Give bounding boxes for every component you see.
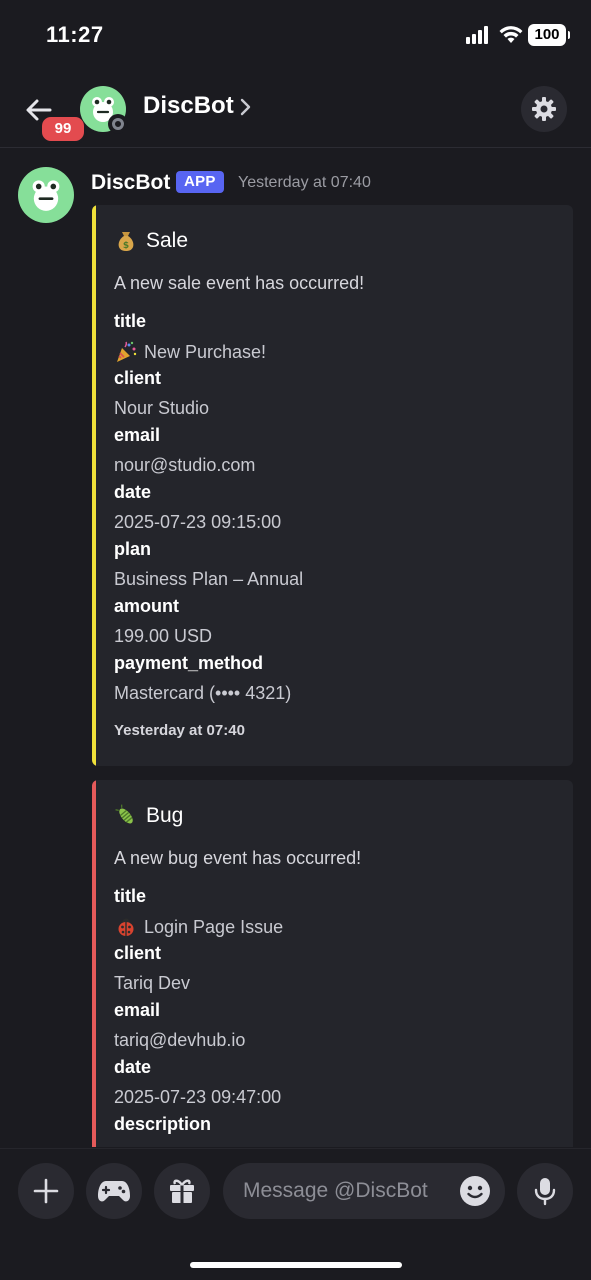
- embed-bug: Bug A new bug event has occurred! title …: [92, 780, 573, 1147]
- field-name: title: [114, 886, 147, 906]
- activities-button[interactable]: [86, 1163, 142, 1219]
- field-value[interactable]: nour@studio.com: [114, 455, 255, 476]
- field-value: Tariq Dev: [114, 973, 191, 993]
- wifi-icon: [499, 26, 523, 43]
- add-attachment-button[interactable]: [18, 1163, 74, 1219]
- embed-footer: Yesterday at 07:40: [114, 722, 245, 739]
- embed-accent-bar: [92, 780, 96, 1147]
- field-name: payment_method: [114, 653, 264, 673]
- chat-header: 99 DiscBot: [0, 72, 591, 148]
- field-name: email: [114, 1000, 161, 1020]
- gear-icon: [532, 97, 556, 121]
- field-name: description: [114, 1114, 212, 1134]
- channel-title[interactable]: DiscBot: [143, 92, 234, 120]
- embed-title-text: Bug: [146, 804, 184, 827]
- field-value: Login Page Issue: [114, 915, 283, 939]
- chevron-right-icon[interactable]: [238, 96, 254, 118]
- party-popper-icon: [117, 341, 137, 362]
- field-name: client: [114, 368, 162, 388]
- emoji-picker-icon[interactable]: [459, 1175, 491, 1207]
- avatar[interactable]: [80, 86, 128, 134]
- voice-message-button[interactable]: [517, 1163, 573, 1219]
- bot-face-icon: [32, 180, 60, 211]
- embed-description: A new bug event has occurred!: [114, 848, 362, 868]
- embed-description: A new sale event has occurred!: [114, 273, 365, 293]
- embed-sale: $ Sale A new sale event has occurred! ti…: [92, 205, 573, 766]
- field-value: Business Plan – Annual: [114, 569, 304, 589]
- field-name: title: [114, 311, 147, 331]
- gift-button[interactable]: [154, 1163, 210, 1219]
- field-name: plan: [114, 539, 152, 559]
- home-indicator[interactable]: [190, 1262, 402, 1268]
- status-time: 11:27: [46, 22, 104, 47]
- embed-title-text: Sale: [146, 229, 189, 252]
- gamepad-icon: [98, 1181, 130, 1202]
- gift-icon: [170, 1179, 194, 1203]
- embed-accent-bar: [92, 205, 96, 766]
- field-name: date: [114, 1057, 152, 1077]
- author-avatar[interactable]: [18, 167, 74, 223]
- field-name: email: [114, 425, 161, 445]
- field-value: 199.00 USD: [114, 626, 213, 646]
- plus-icon: [33, 1178, 59, 1204]
- message-author[interactable]: DiscBot: [91, 171, 170, 195]
- microphone-icon: [534, 1178, 556, 1206]
- field-value: 2025-07-23 09:15:00: [114, 512, 282, 532]
- battery-icon: 100: [528, 24, 570, 46]
- field-name: client: [114, 943, 162, 963]
- message-timestamp: Yesterday at 07:40: [238, 174, 371, 191]
- message-list[interactable]: DiscBot APP Yesterday at 07:40 $ Sale A …: [0, 149, 591, 1147]
- message-composer: [0, 1148, 591, 1280]
- ladybug-icon: [118, 918, 134, 936]
- money-bag-icon: $: [118, 232, 134, 251]
- field-value: New Purchase!: [114, 340, 266, 364]
- bug-icon: [115, 804, 133, 824]
- signal-icon: [466, 26, 492, 44]
- field-value: Mastercard (•••• 4321): [114, 683, 292, 703]
- embed-title: $ Sale: [114, 229, 188, 253]
- app-tag: APP: [176, 171, 224, 193]
- field-value: Nour Studio: [114, 398, 210, 418]
- embed-title: Bug: [114, 804, 183, 828]
- field-value[interactable]: tariq@devhub.io: [114, 1030, 245, 1051]
- status-bar: 11:27 100: [0, 0, 591, 70]
- field-value: 2025-07-23 09:47:00: [114, 1087, 282, 1107]
- svg-text:$: $: [123, 241, 129, 251]
- field-name: date: [114, 482, 152, 502]
- settings-button[interactable]: [521, 86, 567, 132]
- field-name: amount: [114, 596, 179, 616]
- offline-status-icon: [108, 114, 128, 134]
